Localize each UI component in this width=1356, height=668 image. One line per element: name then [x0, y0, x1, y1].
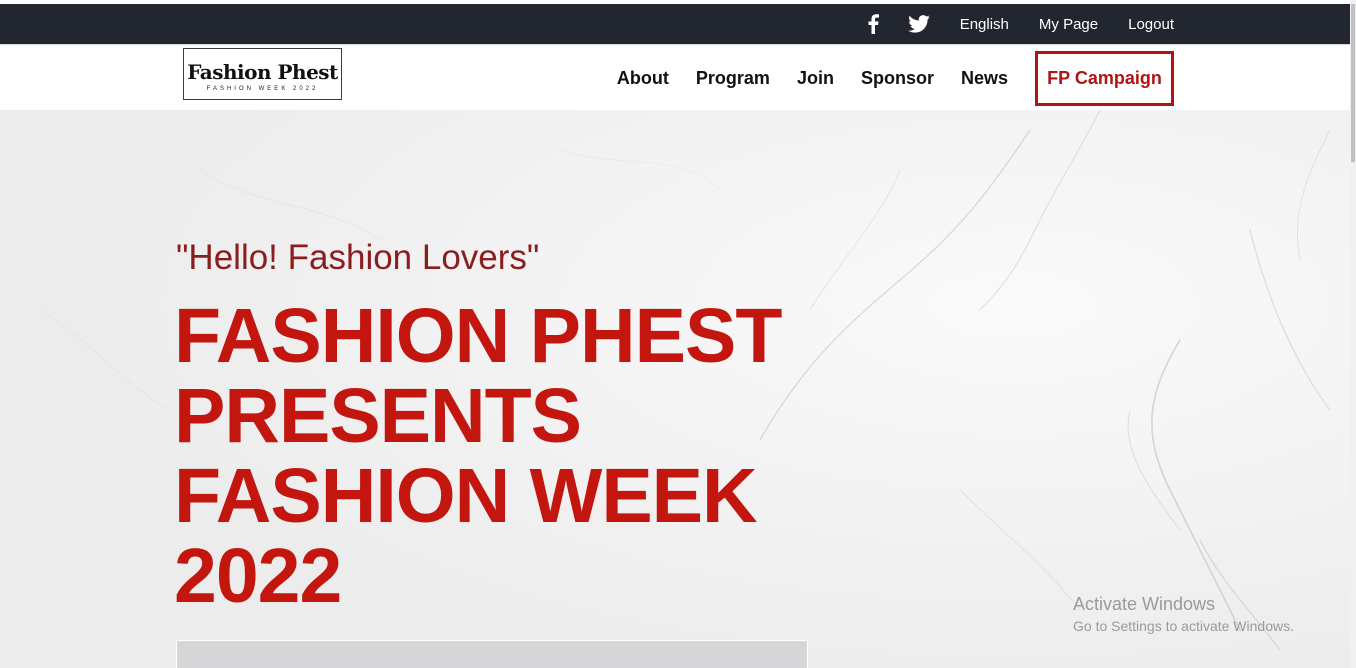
main-navigation: Fashion Phest FASHION WEEK 2022 About Pr… [0, 44, 1350, 111]
activate-windows-watermark: Activate Windows Go to Settings to activ… [1073, 594, 1294, 634]
utility-bar: English My Page Logout [0, 4, 1350, 44]
nav-item-program[interactable]: Program [696, 68, 770, 89]
utility-links: English My Page Logout [862, 4, 1174, 44]
nav-item-join[interactable]: Join [797, 68, 834, 89]
facebook-icon[interactable] [862, 13, 884, 35]
nav-item-sponsor[interactable]: Sponsor [861, 68, 934, 89]
logo-title: Fashion Phest [187, 60, 338, 84]
hero-section: "Hello! Fashion Lovers" FASHION PHEST PR… [0, 110, 1350, 668]
hero-headline: FASHION PHEST PRESENTS FASHION WEEK 2022 [174, 296, 834, 616]
twitter-icon[interactable] [907, 13, 930, 35]
site-logo[interactable]: Fashion Phest FASHION WEEK 2022 [183, 48, 342, 100]
nav-item-about[interactable]: About [617, 68, 669, 89]
hero-media-placeholder [176, 640, 808, 668]
headline-line: PRESENTS [174, 373, 582, 459]
page-scrollbar[interactable] [1350, 0, 1356, 668]
watermark-title: Activate Windows [1073, 594, 1216, 614]
language-link[interactable]: English [960, 16, 1009, 33]
headline-line: FASHION WEEK [174, 453, 758, 539]
logo-subtitle: FASHION WEEK 2022 [206, 86, 319, 92]
headline-line: FASHION PHEST [174, 293, 782, 379]
fp-campaign-button[interactable]: FP Campaign [1035, 50, 1174, 106]
scrollbar-thumb[interactable] [1351, 4, 1355, 162]
nav-menu: About Program Join Sponsor News FP Campa… [617, 47, 1174, 109]
hero-greeting: "Hello! Fashion Lovers" [176, 238, 540, 277]
my-page-link[interactable]: My Page [1039, 16, 1098, 33]
nav-item-news[interactable]: News [961, 68, 1008, 89]
watermark-subtitle: Go to Settings to activate Windows. [1073, 618, 1294, 634]
headline-line: 2022 [174, 533, 342, 619]
logout-link[interactable]: Logout [1128, 16, 1174, 33]
